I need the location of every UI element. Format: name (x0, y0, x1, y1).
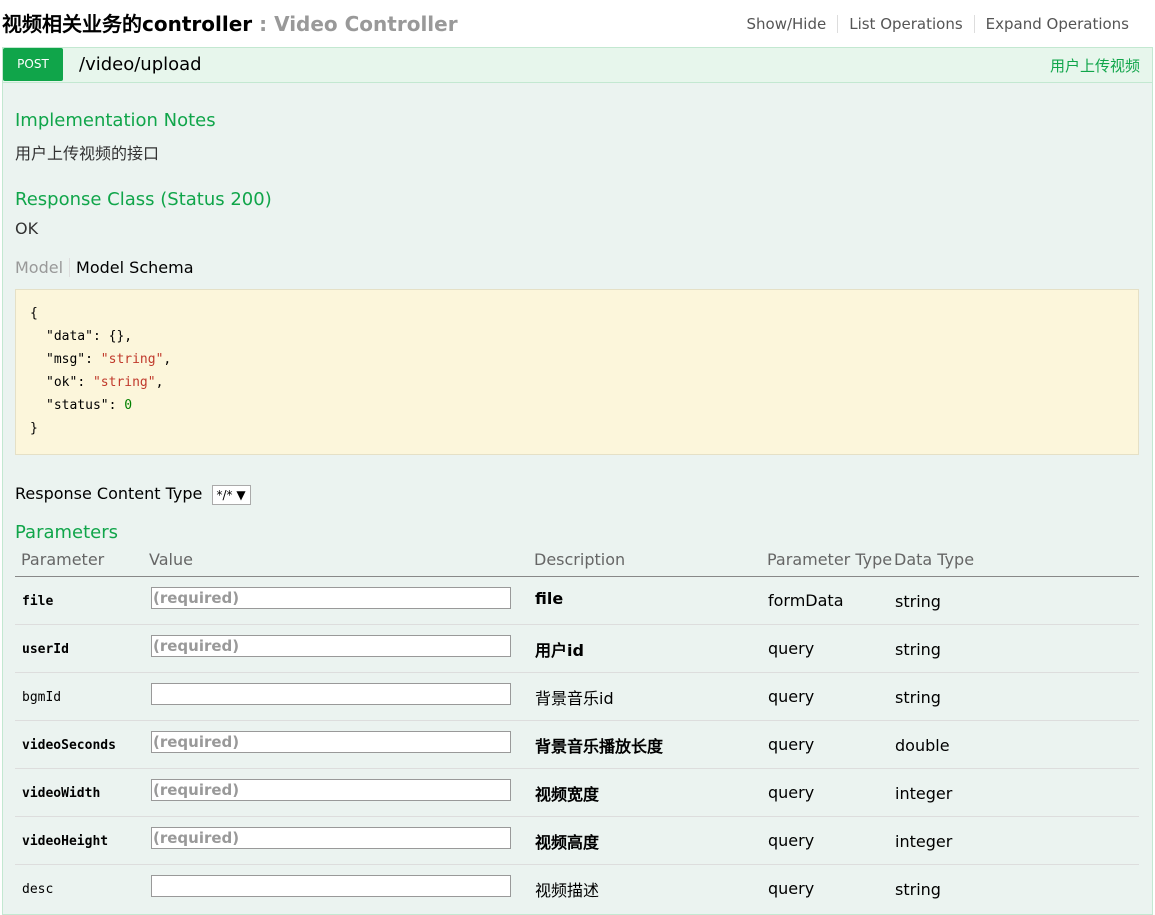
table-row: desc 视频描述 query string (15, 865, 1139, 912)
http-method-badge[interactable]: POST (3, 48, 63, 81)
controller-subtitle[interactable]: : Video Controller (252, 12, 458, 36)
table-row: bgmId 背景音乐id query string (15, 673, 1139, 721)
param-description: 背景音乐id (535, 689, 614, 708)
param-data-type[interactable]: string (895, 880, 941, 899)
dropdown-arrow-icon: ▼ (236, 487, 246, 502)
implementation-notes-text: 用户上传视频的接口 (15, 144, 160, 163)
param-data-type[interactable]: integer (895, 832, 952, 851)
col-value: Value (149, 550, 193, 569)
param-name: videoWidth (22, 786, 101, 801)
param-type: query (768, 735, 815, 754)
param-value-input[interactable] (151, 635, 511, 657)
schema-key: "ok" (46, 375, 78, 390)
schema-fields: "data": {}, "msg": "string", "ok": "string… (30, 325, 1124, 417)
model-schema-box: { "data": {}, "msg": "string", "ok": "stri… (15, 289, 1139, 455)
schema-value: {} (108, 329, 125, 344)
schema-value: "string" (92, 375, 156, 390)
col-parameter: Parameter (21, 550, 105, 569)
param-description: 视频宽度 (535, 785, 600, 804)
model-schema-tab[interactable]: Model Schema (70, 258, 193, 277)
content-type-value: */* (216, 487, 233, 502)
table-row: userId 用户id query string (15, 625, 1139, 673)
col-data-type: Data Type (894, 550, 975, 569)
model-tabs: Model Model Schema (15, 258, 194, 277)
parameters-table-header: Parameter Value Description Parameter Ty… (15, 542, 1139, 577)
param-name: videoSeconds (22, 738, 116, 753)
param-value-input[interactable] (151, 827, 511, 849)
param-description: 视频高度 (535, 833, 600, 852)
parameters-heading: Parameters (15, 522, 119, 543)
schema-field: "msg": "string", (46, 352, 172, 367)
schema-open-brace: { (30, 306, 38, 321)
schema-close-brace: } (30, 421, 38, 436)
endpoint-path[interactable]: /video/upload (79, 54, 202, 75)
response-class-heading: Response Class (Status 200) (15, 189, 272, 210)
param-description: 视频描述 (535, 881, 600, 900)
controller-header: 视频相关业务的controller : Video Controller Sho… (0, 0, 1155, 46)
content-type-select[interactable]: */* ▼ (211, 484, 251, 505)
schema-key: "data" (46, 329, 93, 344)
schema-key: "status" (46, 398, 109, 413)
col-description: Description (534, 550, 626, 569)
table-row: videoHeight 视频高度 query integer (15, 817, 1139, 865)
response-content-type: Response Content Type */* ▼ (15, 484, 251, 505)
schema-field: "status": 0 (46, 398, 133, 413)
controller-title-cn[interactable]: 视频相关业务的controller (2, 12, 252, 36)
expand-operations-link[interactable]: Expand Operations (973, 15, 1140, 33)
implementation-notes-heading: Implementation Notes (15, 110, 216, 131)
schema-value: 0 (124, 398, 133, 413)
param-name: bgmId (22, 690, 62, 705)
param-data-type[interactable]: string (895, 592, 941, 611)
param-name: file (22, 594, 54, 609)
endpoint-summary[interactable]: 用户上传视频 (1050, 55, 1140, 76)
param-data-type[interactable]: integer (895, 784, 952, 803)
schema-field: "ok": "string", (46, 375, 164, 390)
param-name: userId (22, 642, 69, 657)
schema-key: "msg" (46, 352, 86, 367)
param-value-input[interactable] (151, 779, 511, 801)
param-data-type[interactable]: string (895, 688, 941, 707)
param-type: query (768, 783, 815, 802)
param-type: query (768, 831, 815, 850)
param-value-input[interactable] (151, 587, 511, 609)
table-row: videoSeconds 背景音乐播放长度 query double (15, 721, 1139, 769)
param-name: desc (22, 882, 54, 897)
parameters-table-body: file file formData string userId 用户id query str… (15, 577, 1139, 912)
response-class-text: OK (15, 219, 39, 238)
param-data-type[interactable]: string (895, 640, 941, 659)
operation-heading[interactable]: POST /video/upload 用户上传视频 (3, 48, 1152, 83)
param-type: query (768, 687, 815, 706)
param-description: 用户id (535, 641, 584, 660)
response-content-type-label: Response Content Type (15, 484, 203, 503)
param-value-input[interactable] (151, 731, 511, 753)
parameters-table: Parameter Value Description Parameter Ty… (15, 542, 1139, 912)
schema-value: "string" (100, 352, 164, 367)
param-value-input[interactable] (151, 875, 511, 897)
show-hide-link[interactable]: Show/Hide (735, 15, 837, 33)
param-data-type[interactable]: double (895, 736, 950, 755)
param-type: query (768, 639, 815, 658)
model-tab[interactable]: Model (15, 258, 71, 277)
table-row: file file formData string (15, 577, 1139, 625)
operation-panel: POST /video/upload 用户上传视频 Implementation… (2, 47, 1153, 915)
table-row: videoWidth 视频宽度 query integer (15, 769, 1139, 817)
schema-field: "data": {}, (46, 329, 133, 344)
controller-title[interactable]: 视频相关业务的controller : Video Controller (2, 8, 458, 37)
param-value-input[interactable] (151, 683, 511, 705)
param-type: formData (768, 591, 844, 610)
col-parameter-type: Parameter Type (767, 550, 893, 569)
param-description: 背景音乐播放长度 (535, 737, 664, 756)
operation-links: Show/Hide List Operations Expand Operation… (735, 15, 1140, 33)
param-type: query (768, 879, 815, 898)
param-description: file (535, 589, 564, 608)
param-name: videoHeight (22, 834, 109, 849)
list-operations-link[interactable]: List Operations (837, 15, 973, 33)
